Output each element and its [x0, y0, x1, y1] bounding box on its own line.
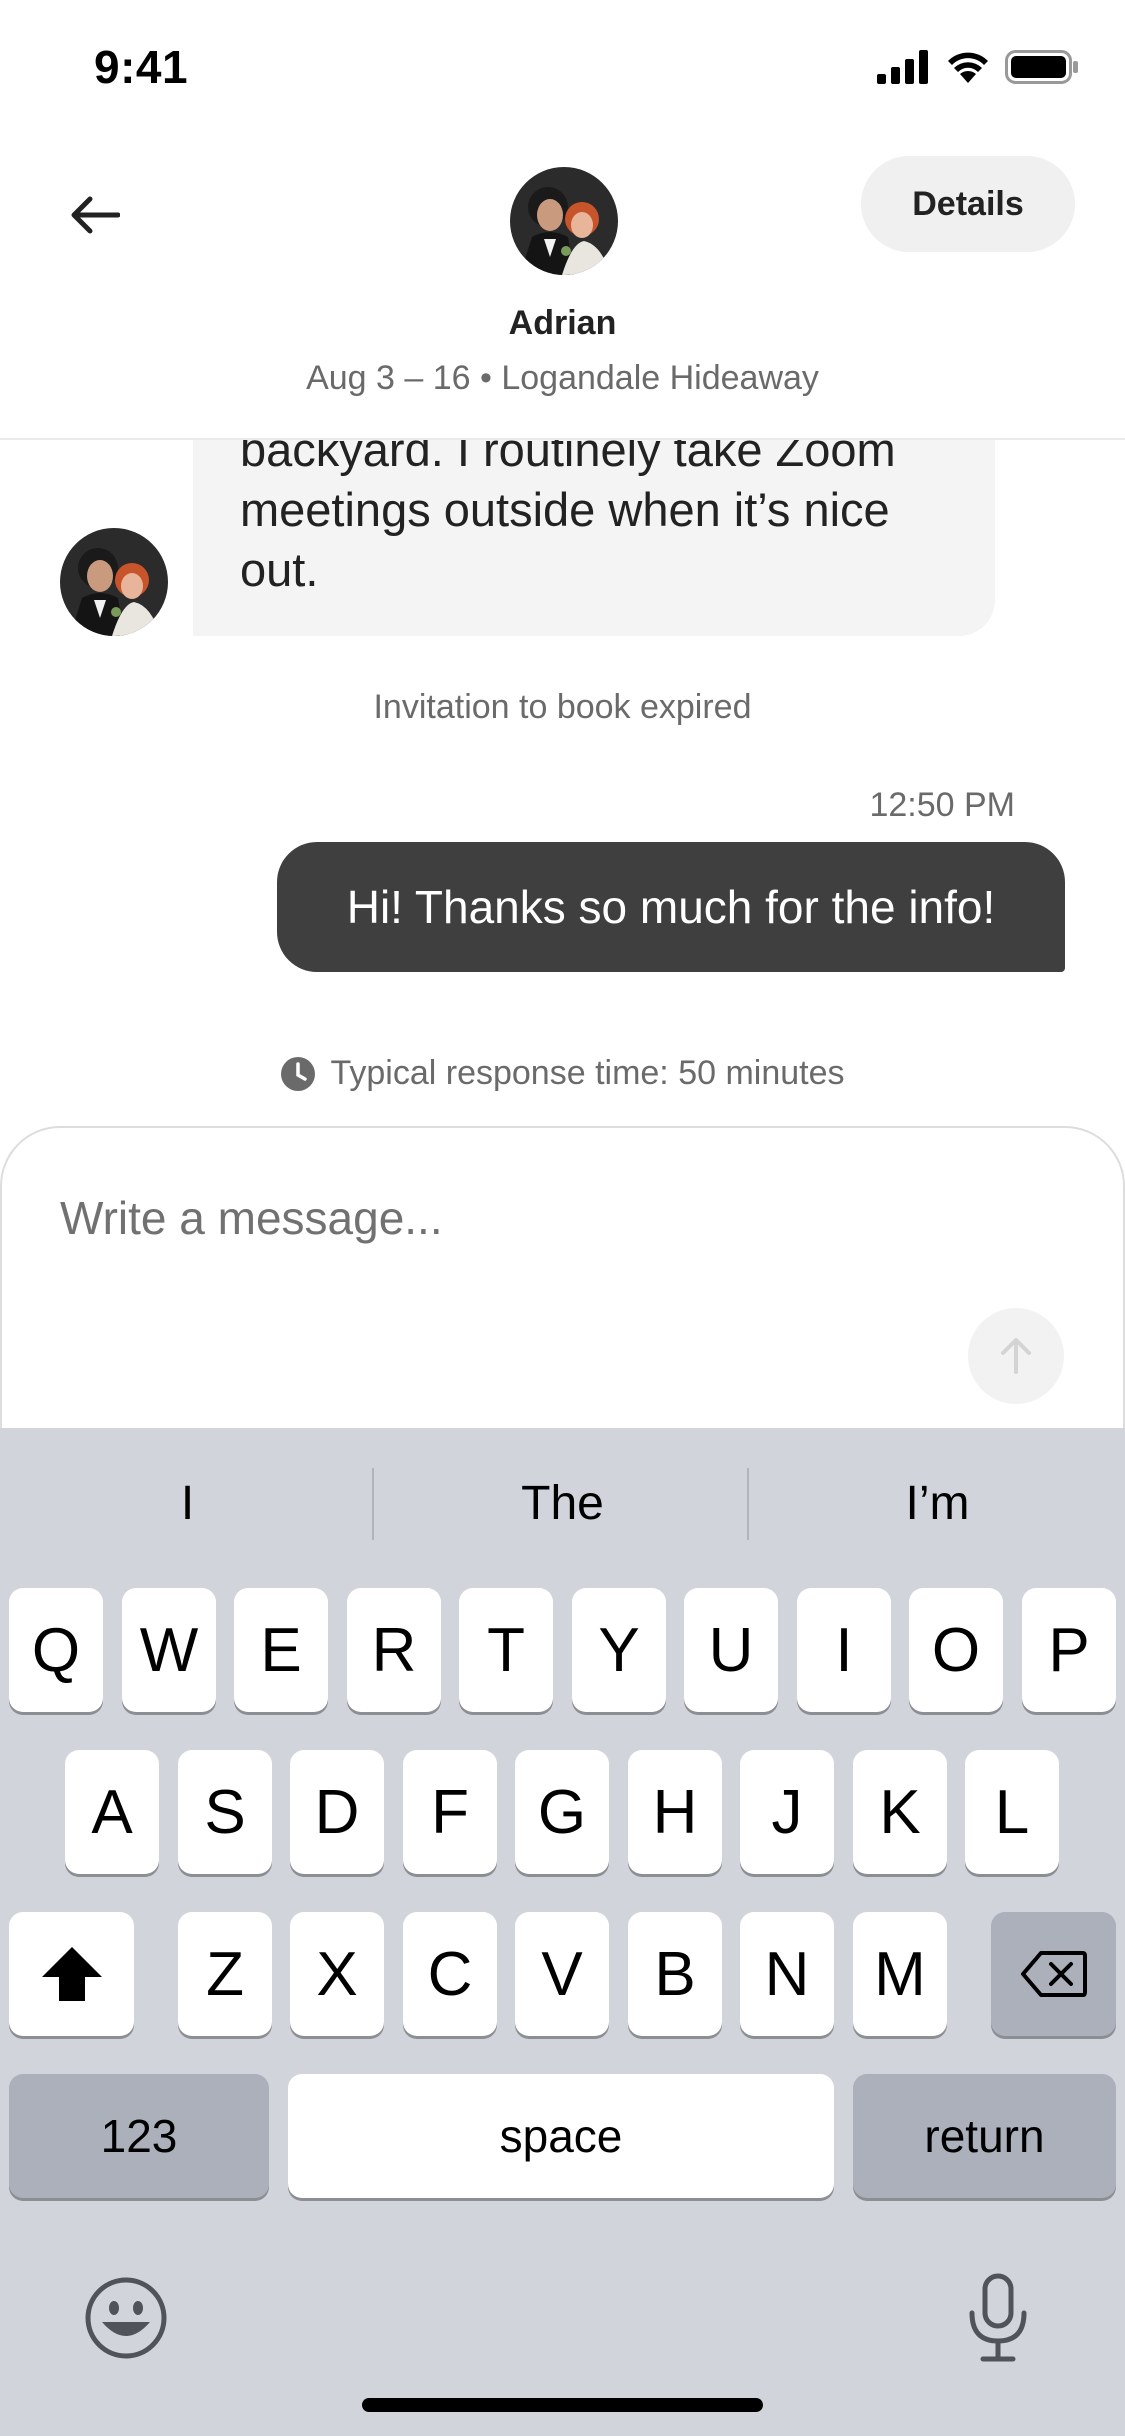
back-button[interactable] — [60, 180, 130, 250]
message-composer — [0, 1126, 1125, 1456]
suggestion-1[interactable]: I — [0, 1428, 375, 1578]
shift-key[interactable] — [9, 1912, 134, 2036]
key-p[interactable]: P — [1022, 1588, 1116, 1712]
key-t[interactable]: T — [459, 1588, 553, 1712]
key-y[interactable]: Y — [572, 1588, 666, 1712]
system-notice: Invitation to book expired — [373, 688, 752, 726]
key-r[interactable]: R — [347, 1588, 441, 1712]
response-time-text: Typical response time: 50 minutes — [330, 1054, 845, 1092]
arrow-up-icon — [1001, 1338, 1031, 1374]
key-x[interactable]: X — [290, 1912, 384, 2036]
key-d[interactable]: D — [290, 1750, 384, 1874]
dictation-button[interactable] — [960, 2268, 1036, 2368]
delete-icon — [1020, 1951, 1087, 1997]
arrow-left-icon — [71, 196, 120, 234]
send-button[interactable] — [968, 1308, 1064, 1404]
incoming-message-line: out. — [240, 543, 319, 596]
emoji-icon — [85, 2277, 167, 2359]
message-input[interactable] — [60, 1188, 940, 1248]
numbers-key[interactable]: 123 — [9, 2074, 269, 2198]
response-time-row: Typical response time: 50 minutes — [0, 1054, 1125, 1093]
key-i[interactable]: I — [797, 1588, 891, 1712]
key-g[interactable]: G — [515, 1750, 609, 1874]
key-z[interactable]: Z — [178, 1912, 272, 2036]
message-timestamp: 12:50 PM — [869, 786, 1015, 824]
key-e[interactable]: E — [234, 1588, 328, 1712]
key-u[interactable]: U — [684, 1588, 778, 1712]
outgoing-message-text: Hi! Thanks so much for the info! — [346, 881, 996, 933]
key-w[interactable]: W — [122, 1588, 216, 1712]
status-time-overlay: 9:41 — [94, 41, 189, 93]
key-j[interactable]: J — [740, 1750, 834, 1874]
host-name: Adrian — [508, 304, 617, 342]
key-n[interactable]: N — [740, 1912, 834, 2036]
host-avatar[interactable] — [510, 167, 618, 275]
status-icons-overlay — [877, 50, 1079, 84]
sender-avatar[interactable] — [60, 528, 168, 636]
key-m[interactable]: M — [853, 1912, 947, 2036]
outgoing-message-bubble: Hi! Thanks so much for the info! — [277, 842, 1065, 972]
clock-icon — [281, 1056, 316, 1091]
key-k[interactable]: K — [853, 1750, 947, 1874]
key-h[interactable]: H — [628, 1750, 722, 1874]
key-v[interactable]: V — [515, 1912, 609, 2036]
cellular-signal-icon — [877, 50, 928, 84]
battery-icon — [1005, 50, 1078, 84]
shift-icon — [41, 1947, 102, 2001]
incoming-message-line: meetings outside when it’s nice — [240, 483, 890, 536]
key-f[interactable]: F — [403, 1750, 497, 1874]
wifi-icon — [948, 52, 988, 83]
emoji-button[interactable] — [84, 2276, 168, 2360]
microphone-icon — [969, 2273, 1027, 2362]
suggestion-2[interactable]: The — [375, 1428, 750, 1578]
return-key[interactable]: return — [853, 2074, 1116, 2198]
home-indicator[interactable] — [362, 2398, 763, 2412]
key-q[interactable]: Q — [9, 1588, 103, 1712]
key-l[interactable]: L — [965, 1750, 1059, 1874]
space-key[interactable]: space — [288, 2074, 834, 2198]
trip-details-subtitle: Aug 3 – 16 • Logandale Hideaway — [306, 359, 819, 397]
suggestion-3[interactable]: I’m — [750, 1428, 1125, 1578]
suggestion-divider — [747, 1468, 749, 1540]
key-c[interactable]: C — [403, 1912, 497, 2036]
key-o[interactable]: O — [909, 1588, 1003, 1712]
suggestion-divider — [372, 1468, 374, 1540]
details-button[interactable]: Details — [861, 156, 1075, 252]
delete-key[interactable] — [991, 1912, 1116, 2036]
key-a[interactable]: A — [65, 1750, 159, 1874]
key-b[interactable]: B — [628, 1912, 722, 2036]
key-s[interactable]: S — [178, 1750, 272, 1874]
